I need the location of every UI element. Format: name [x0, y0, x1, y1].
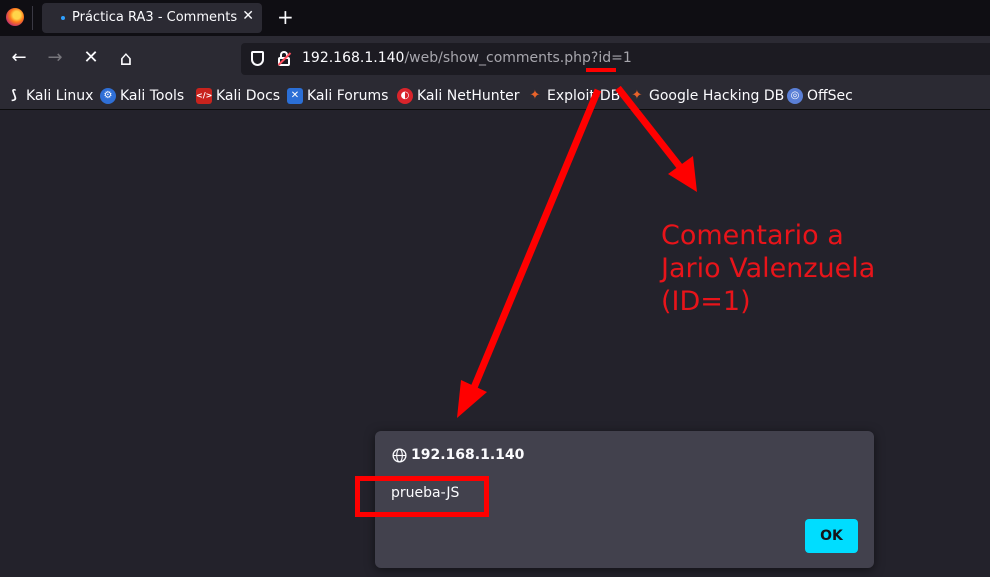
kali-dragon-icon: ⟆ — [6, 88, 22, 104]
url-path: /web/show_comments.php?id=1 — [404, 50, 632, 66]
bookmark-kali-nethunter[interactable]: ◐ Kali NetHunter — [397, 86, 519, 106]
bookmark-kali-linux[interactable]: ⟆ Kali Linux — [6, 86, 93, 106]
tab-active[interactable]: Práctica RA3 - Comments ✕ — [42, 3, 262, 33]
dialog-origin: 192.168.1.140 — [411, 447, 525, 463]
tab-separator — [32, 6, 33, 30]
tab-close-icon[interactable]: ✕ — [242, 8, 254, 24]
annotation-url-underline — [586, 68, 616, 72]
new-tab-button[interactable]: + — [277, 5, 294, 29]
navigation-toolbar: ← → ✕ ⌂ 192.168.1.140/web/show_comments.… — [0, 36, 990, 81]
kali-docs-icon: </> — [196, 88, 212, 104]
exploit-db-icon: ✦ — [529, 88, 541, 103]
annotation-line-3: (ID=1) — [661, 286, 751, 317]
bookmark-offsec[interactable]: ◎ OffSec — [787, 86, 853, 106]
ok-button[interactable]: OK — [805, 519, 858, 553]
back-button[interactable]: ← — [7, 46, 31, 70]
bookmark-label: Kali Tools — [120, 88, 185, 104]
annotation-line-2: Jario Valenzuela — [661, 253, 876, 284]
url-host: 192.168.1.140 — [302, 50, 405, 66]
bookmark-label: Kali NetHunter — [417, 88, 520, 104]
stop-button[interactable]: ✕ — [79, 46, 103, 70]
bookmark-exploit-db[interactable]: ✦ Exploit-DB — [527, 86, 621, 106]
offsec-icon: ◎ — [787, 88, 803, 104]
bookmark-google-hacking-db[interactable]: ✦ Google Hacking DB — [629, 86, 785, 106]
bookmark-kali-tools[interactable]: ⚙ Kali Tools — [100, 86, 184, 106]
url-text[interactable]: 192.168.1.140/web/show_comments.php?id=1 — [302, 50, 632, 66]
annotation-line-1: Comentario a — [661, 220, 844, 251]
insecure-lock-icon[interactable] — [277, 51, 292, 67]
home-button[interactable]: ⌂ — [114, 46, 138, 70]
forward-button[interactable]: → — [43, 46, 67, 70]
globe-icon — [392, 448, 407, 463]
bookmark-label: Kali Linux — [26, 88, 94, 104]
bookmark-label: Kali Forums — [307, 88, 389, 104]
kali-forums-icon: ✕ — [287, 88, 303, 104]
tab-title: Práctica RA3 - Comments — [72, 10, 237, 25]
kali-tools-icon: ⚙ — [100, 88, 116, 104]
nethunter-icon: ◐ — [397, 88, 413, 104]
firefox-logo-icon[interactable] — [6, 8, 24, 26]
ghdb-icon: ✦ — [631, 88, 643, 103]
tracking-protection-shield-icon[interactable] — [251, 51, 264, 66]
bookmark-kali-forums[interactable]: ✕ Kali Forums — [287, 86, 388, 106]
bookmark-label: Google Hacking DB — [649, 88, 785, 104]
annotation-highlight-box — [355, 476, 489, 517]
tab-bar: Práctica RA3 - Comments ✕ + — [0, 0, 990, 36]
loading-dot-icon — [61, 16, 65, 20]
annotation-note: Comentario a Jario Valenzuela (ID=1) — [661, 219, 981, 318]
bookmarks-toolbar: ⟆ Kali Linux ⚙ Kali Tools </> Kali Docs ✕ Ka… — [0, 81, 990, 110]
bookmark-label: Kali Docs — [216, 88, 281, 104]
bookmark-kali-docs[interactable]: </> Kali Docs — [196, 86, 280, 106]
bookmark-label: OffSec — [807, 88, 853, 104]
bookmark-label: Exploit-DB — [547, 88, 621, 104]
